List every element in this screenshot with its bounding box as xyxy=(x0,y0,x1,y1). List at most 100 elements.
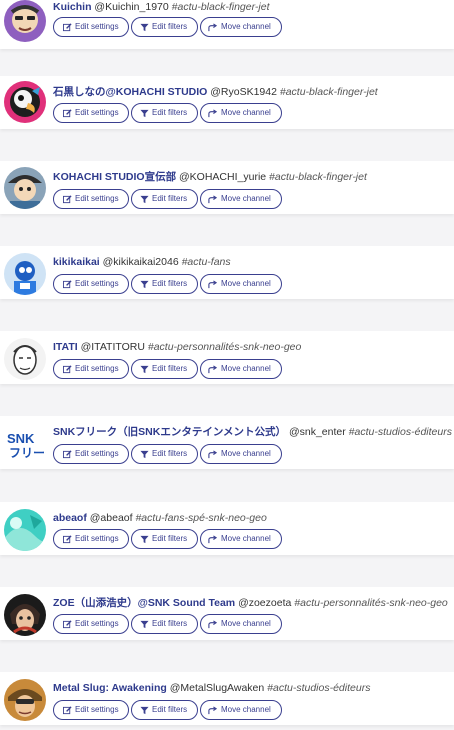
avatar xyxy=(4,167,46,209)
share-arrow-icon xyxy=(208,109,217,118)
button-label: Move channel xyxy=(221,194,271,203)
edit-filters-button[interactable]: Edit filters xyxy=(131,700,198,720)
account-name[interactable]: Metal Slug: Awakening xyxy=(53,682,167,694)
button-label: Edit filters xyxy=(152,364,188,373)
account-name[interactable]: KOHACHI STUDIO宣伝部 xyxy=(53,171,176,183)
feed-card: ITATI @ITATITORU #actu-personnalités-snk… xyxy=(0,331,454,384)
funnel-filter-icon xyxy=(140,620,149,629)
button-label: Edit filters xyxy=(152,449,188,458)
button-label: Edit filters xyxy=(152,705,188,714)
account-handle: @abeaof xyxy=(89,512,133,524)
channel-name: #actu-personnalités-snk-neo-geo xyxy=(294,597,448,609)
edit-settings-button[interactable]: Edit settings xyxy=(53,529,129,549)
edit-settings-button[interactable]: Edit settings xyxy=(53,189,129,209)
account-handle: @KOHACHI_yurie xyxy=(179,171,267,183)
button-label: Edit filters xyxy=(152,22,188,31)
edit-filters-button[interactable]: Edit filters xyxy=(131,529,198,549)
edit-filters-button[interactable]: Edit filters xyxy=(131,189,198,209)
move-channel-button[interactable]: Move channel xyxy=(200,444,282,464)
channel-name: #actu-fans xyxy=(181,256,231,268)
funnel-filter-icon xyxy=(140,23,149,32)
edit-settings-button[interactable]: Edit settings xyxy=(53,274,129,294)
feed-card: SNK フリーク SNKフリーク（旧SNKエンタテインメント公式） @snk_e… xyxy=(0,416,454,469)
account-name[interactable]: abeaof xyxy=(53,512,87,524)
channel-name: #actu-personnalités-snk-neo-geo xyxy=(147,341,302,353)
share-arrow-icon xyxy=(208,280,217,289)
button-label: Edit filters xyxy=(152,279,188,288)
move-channel-button[interactable]: Move channel xyxy=(200,17,282,37)
share-arrow-icon xyxy=(208,535,217,544)
avatar xyxy=(4,594,46,636)
svg-text:SNK: SNK xyxy=(7,431,35,446)
feed-card: Kuichin @Kuichin_1970 #actu-black-finger… xyxy=(0,0,454,49)
edit-settings-button[interactable]: Edit settings xyxy=(53,614,129,634)
button-label: Edit filters xyxy=(152,619,188,628)
share-arrow-icon xyxy=(208,195,217,204)
share-arrow-icon xyxy=(208,620,217,629)
edit-filters-button[interactable]: Edit filters xyxy=(131,274,198,294)
edit-square-pencil-icon xyxy=(63,23,72,32)
avatar: SNK フリーク xyxy=(4,423,46,465)
edit-square-pencil-icon xyxy=(63,280,72,289)
channel-name: #actu-black-finger-jet xyxy=(279,86,378,98)
button-label: Move channel xyxy=(221,364,271,373)
button-label: Move channel xyxy=(221,279,271,288)
button-label: Edit settings xyxy=(75,194,119,203)
move-channel-button[interactable]: Move channel xyxy=(200,189,282,209)
move-channel-button[interactable]: Move channel xyxy=(200,529,282,549)
account-name[interactable]: kikikaikai xyxy=(53,256,100,268)
account-name[interactable]: 石黒しなの@KOHACHI STUDIO xyxy=(53,86,207,98)
feed-card: 石黒しなの@KOHACHI STUDIO @RyoSK1942 #actu-bl… xyxy=(0,76,454,129)
account-name[interactable]: ZOE（山添浩史）@SNK Sound Team xyxy=(53,597,235,609)
account-name[interactable]: ITATI xyxy=(53,341,78,353)
button-label: Move channel xyxy=(221,108,271,117)
edit-filters-button[interactable]: Edit filters xyxy=(131,359,198,379)
button-label: Move channel xyxy=(221,619,271,628)
edit-settings-button[interactable]: Edit settings xyxy=(53,700,129,720)
account-handle: @Kuichin_1970 xyxy=(94,1,169,13)
button-label: Edit settings xyxy=(75,108,119,117)
edit-filters-button[interactable]: Edit filters xyxy=(131,614,198,634)
move-channel-button[interactable]: Move channel xyxy=(200,103,282,123)
edit-filters-button[interactable]: Edit filters xyxy=(131,103,198,123)
avatar xyxy=(4,81,46,123)
edit-filters-button[interactable]: Edit filters xyxy=(131,17,198,37)
edit-filters-button[interactable]: Edit filters xyxy=(131,444,198,464)
account-handle: @ITATITORU xyxy=(80,341,145,353)
funnel-filter-icon xyxy=(140,535,149,544)
avatar xyxy=(4,338,46,380)
edit-settings-button[interactable]: Edit settings xyxy=(53,103,129,123)
move-channel-button[interactable]: Move channel xyxy=(200,359,282,379)
channel-name: #actu-studios-éditeurs xyxy=(267,682,371,694)
account-name[interactable]: Kuichin xyxy=(53,1,92,13)
edit-settings-button[interactable]: Edit settings xyxy=(53,359,129,379)
funnel-filter-icon xyxy=(140,706,149,715)
button-label: Edit settings xyxy=(75,279,119,288)
feed-card: KOHACHI STUDIO宣伝部 @KOHACHI_yurie #actu-b… xyxy=(0,161,454,214)
funnel-filter-icon xyxy=(140,450,149,459)
button-label: Move channel xyxy=(221,534,271,543)
avatar xyxy=(4,679,46,721)
move-channel-button[interactable]: Move channel xyxy=(200,274,282,294)
button-label: Edit filters xyxy=(152,534,188,543)
account-name[interactable]: SNKフリーク（旧SNKエンタテインメント公式） xyxy=(53,426,286,438)
edit-settings-button[interactable]: Edit settings xyxy=(53,444,129,464)
share-arrow-icon xyxy=(208,706,217,715)
move-channel-button[interactable]: Move channel xyxy=(200,700,282,720)
account-handle: @kikikaikai2046 xyxy=(102,256,179,268)
button-label: Move channel xyxy=(221,449,271,458)
move-channel-button[interactable]: Move channel xyxy=(200,614,282,634)
svg-text:フリーク: フリーク xyxy=(9,446,46,460)
button-label: Move channel xyxy=(221,22,271,31)
edit-square-pencil-icon xyxy=(63,620,72,629)
button-label: Edit settings xyxy=(75,449,119,458)
edit-square-pencil-icon xyxy=(63,450,72,459)
edit-settings-button[interactable]: Edit settings xyxy=(53,17,129,37)
funnel-filter-icon xyxy=(140,195,149,204)
channel-name: #actu-black-finger-jet xyxy=(171,1,270,13)
account-handle: @MetalSlugAwaken xyxy=(169,682,265,694)
channel-name: #actu-fans-spé-snk-neo-geo xyxy=(135,512,267,524)
edit-square-pencil-icon xyxy=(63,706,72,715)
avatar xyxy=(4,253,46,295)
share-arrow-icon xyxy=(208,450,217,459)
